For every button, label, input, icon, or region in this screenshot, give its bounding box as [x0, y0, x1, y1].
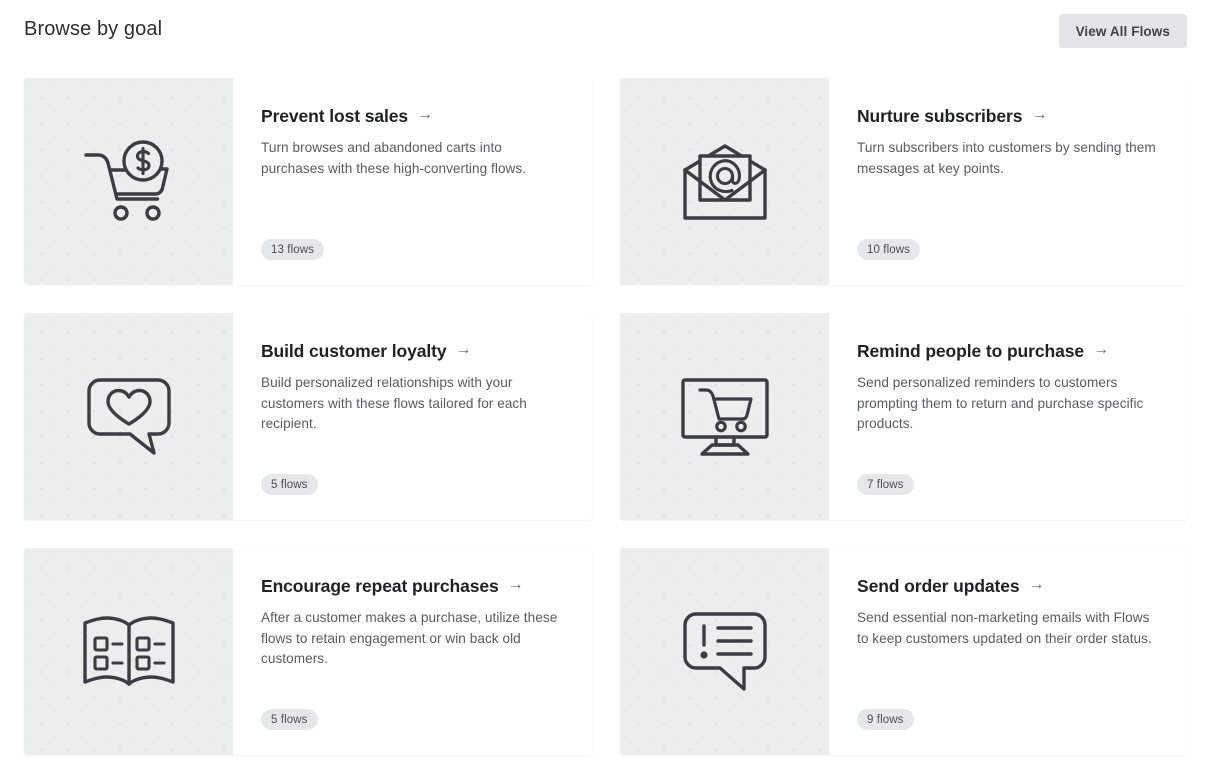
card-body: Send order updates → Send essential non-… [829, 548, 1188, 755]
browse-by-goal-page: Browse by goal View All Flows Prevent lo… [0, 0, 1210, 784]
card-description: After a customer makes a purchase, utili… [261, 610, 558, 666]
goal-card-build-customer-loyalty[interactable]: Build customer loyalty → Build personali… [24, 313, 592, 520]
flow-count-badge: 5 flows [261, 709, 318, 730]
card-title-text: Remind people to purchase [857, 341, 1084, 361]
card-title-text: Build customer loyalty [261, 341, 447, 361]
goal-card-send-order-updates[interactable]: Send order updates → Send essential non-… [620, 548, 1188, 755]
card-visual-panel [24, 78, 233, 285]
arrow-right-icon: → [507, 576, 524, 593]
card-title-text: Prevent lost sales [261, 106, 409, 126]
card-title-row: Nurture subscribers → [857, 105, 1162, 127]
flow-count-badge: 10 flows [857, 239, 920, 260]
page-title: Browse by goal [24, 18, 163, 40]
card-description: Turn browses and abandoned carts into pu… [261, 140, 527, 176]
goal-card-remind-people-to-purchase[interactable]: Remind people to purchase → Send persona… [620, 313, 1188, 520]
card-visual-panel [620, 78, 829, 285]
arrow-right-icon: → [417, 106, 433, 123]
arrow-right-icon: → [1092, 341, 1109, 358]
card-visual-panel [620, 548, 829, 755]
goal-card-nurture-subscribers[interactable]: Nurture subscribers → Turn subscribers i… [620, 78, 1188, 285]
flow-count-badge: 13 flows [261, 239, 324, 260]
card-description: Send personalized reminders to customers… [857, 375, 1144, 431]
card-title-text: Nurture subscribers [857, 106, 1023, 126]
arrow-right-icon: → [1028, 576, 1045, 593]
open-envelope-at-icon [682, 143, 767, 220]
card-title-text: Send order updates [857, 576, 1020, 596]
goal-card-grid: Prevent lost sales → Turn browses and ab… [24, 78, 1188, 755]
flow-count-badge: 5 flows [261, 474, 318, 495]
page-header: Browse by goal View All Flows [0, 0, 1210, 78]
shopping-cart-dollar-icon [83, 139, 169, 221]
flow-count-badge: 9 flows [857, 709, 914, 730]
speech-bubble-heart-icon [86, 377, 171, 455]
card-title-row: Send order updates → [857, 575, 1162, 597]
exclamation-dot [699, 650, 708, 659]
card-visual-panel [620, 313, 829, 520]
open-book-catalog-icon [82, 615, 175, 686]
speech-bubble-alert-icon [682, 611, 767, 691]
card-body: Prevent lost sales → Turn browses and ab… [233, 78, 592, 285]
flow-count-badge: 7 flows [857, 474, 914, 495]
card-visual-panel [24, 548, 233, 755]
card-visual-panel [24, 313, 233, 520]
card-title-row: Encourage repeat purchases → [261, 575, 566, 597]
arrow-right-icon: → [1031, 106, 1048, 123]
card-body: Nurture subscribers → Turn subscribers i… [829, 78, 1188, 285]
card-description: Build personalized relationships with yo… [261, 375, 527, 431]
goal-card-prevent-lost-sales[interactable]: Prevent lost sales → Turn browses and ab… [24, 78, 592, 285]
card-body: Remind people to purchase → Send persona… [829, 313, 1188, 520]
card-title-row: Remind people to purchase → [857, 340, 1162, 362]
card-title-row: Prevent lost sales → [261, 105, 566, 127]
card-title-row: Build customer loyalty → [261, 340, 566, 362]
arrow-right-icon: → [455, 341, 472, 358]
card-body: Build customer loyalty → Build personali… [233, 313, 592, 520]
monitor-cart-icon [680, 377, 769, 456]
card-description: Turn subscribers into customers by sendi… [857, 140, 1156, 176]
card-body: Encourage repeat purchases → After a cus… [233, 548, 592, 755]
goal-card-encourage-repeat-purchases[interactable]: Encourage repeat purchases → After a cus… [24, 548, 592, 755]
view-all-flows-button[interactable]: View All Flows [1058, 14, 1187, 48]
card-description: Send essential non-marketing emails with… [857, 610, 1152, 646]
card-title-text: Encourage repeat purchases [261, 576, 499, 596]
